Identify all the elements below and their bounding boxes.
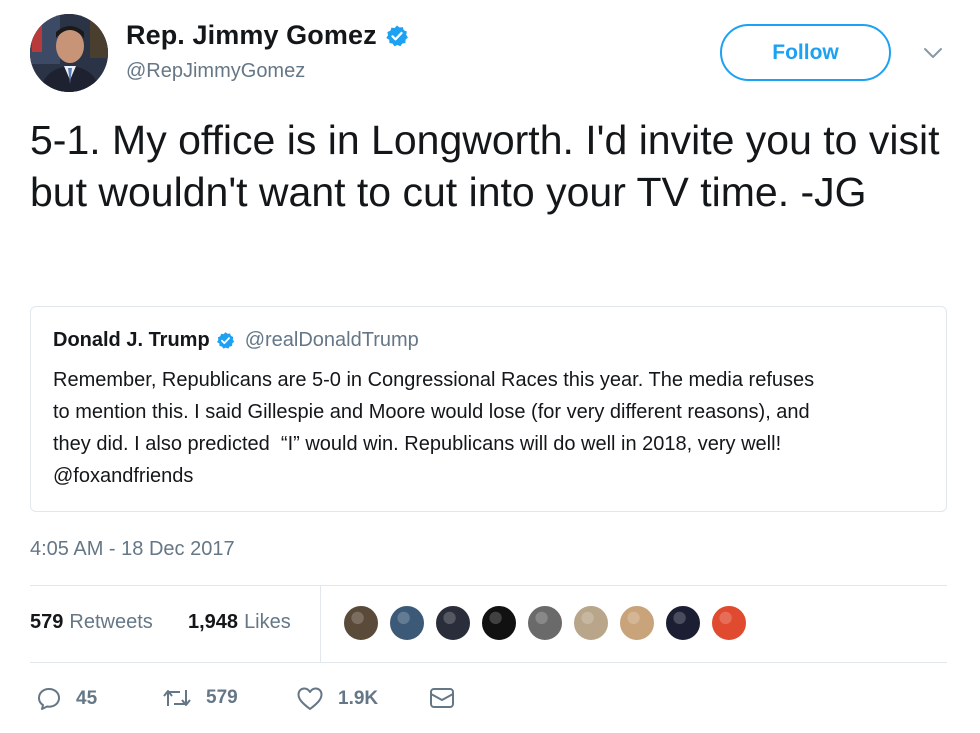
author-avatar[interactable]	[30, 14, 108, 92]
envelope-icon	[430, 688, 454, 708]
reply-action[interactable]: 45	[36, 686, 97, 712]
retweets-stat[interactable]: 579 Retweets	[30, 611, 153, 634]
liker-avatar[interactable]	[480, 604, 518, 642]
retweets-count: 579	[30, 611, 64, 633]
liker-avatar[interactable]	[434, 604, 472, 642]
quoted-tweet-header: Donald J. Trump @realDonaldTrump	[53, 329, 926, 352]
liker-avatar[interactable]	[572, 604, 610, 642]
like-count: 1.9K	[338, 688, 379, 709]
tweet-text: 5-1. My office is in Longworth. I'd invi…	[30, 117, 940, 215]
retweet-icon	[163, 690, 191, 706]
quoted-author-name: Donald J. Trump	[53, 329, 210, 351]
chevron-down-icon[interactable]	[922, 44, 944, 62]
likes-count: 1,948	[188, 611, 239, 633]
retweet-action[interactable]: 579	[162, 686, 238, 710]
divider	[30, 662, 947, 663]
liker-avatar[interactable]	[664, 604, 702, 642]
author-name[interactable]: Rep. Jimmy Gomez	[126, 20, 377, 51]
quoted-tweet[interactable]: Donald J. Trump @realDonaldTrump Remembe…	[30, 306, 947, 512]
divider	[320, 586, 321, 662]
follow-button[interactable]: Follow	[720, 24, 891, 81]
liker-avatar[interactable]	[526, 604, 564, 642]
like-action[interactable]: 1.9K	[296, 686, 378, 712]
likers-avatars	[342, 604, 756, 642]
direct-message-action[interactable]	[428, 686, 456, 710]
quoted-author-handle: @realDonaldTrump	[244, 329, 419, 351]
verified-badge-icon	[216, 331, 235, 350]
liker-avatar[interactable]	[342, 604, 380, 642]
divider	[30, 585, 947, 586]
reply-count: 45	[76, 688, 98, 709]
likes-stat[interactable]: 1,948 Likes	[188, 611, 291, 634]
liker-avatar[interactable]	[388, 604, 426, 642]
retweet-count: 579	[206, 687, 238, 708]
verified-badge-icon	[385, 24, 409, 48]
tweet-card: Rep. Jimmy Gomez @RepJimmyGomez Follow 5…	[0, 0, 980, 733]
retweets-label: Retweets	[69, 611, 153, 633]
author-name-row: Rep. Jimmy Gomez	[126, 20, 409, 51]
reply-icon	[38, 688, 60, 710]
likes-label: Likes	[244, 611, 291, 633]
liker-avatar[interactable]	[618, 604, 656, 642]
author-handle[interactable]: @RepJimmyGomez	[126, 60, 305, 83]
liker-avatar[interactable]	[710, 604, 748, 642]
quoted-tweet-text: Remember, Republicans are 5-0 in Congres…	[53, 369, 815, 487]
heart-icon	[297, 687, 323, 710]
tweet-timestamp[interactable]: 4:05 AM - 18 Dec 2017	[30, 538, 235, 561]
